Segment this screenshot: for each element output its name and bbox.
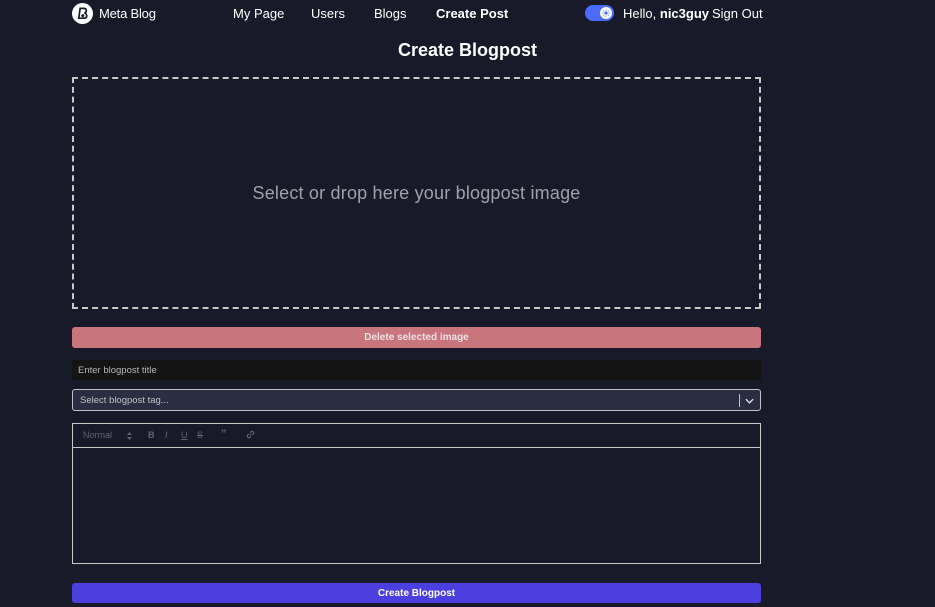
italic-button[interactable]: I [165, 430, 168, 440]
create-post-page: Meta Blog My Page Users Blogs Create Pos… [0, 0, 935, 607]
image-dropzone[interactable]: Select or drop here your blogpost image [72, 77, 761, 309]
blogpost-content-editor[interactable] [72, 447, 761, 564]
theme-toggle[interactable] [585, 5, 614, 21]
blogpost-title-input[interactable] [72, 360, 761, 380]
tag-select-separator [739, 394, 740, 407]
delete-image-button[interactable]: Delete selected image [72, 327, 761, 348]
underline-button[interactable]: U [181, 430, 188, 440]
tag-select-placeholder: Select blogpost tag... [80, 395, 169, 406]
nav-users[interactable]: Users [311, 6, 345, 21]
nav-blogs[interactable]: Blogs [374, 6, 407, 21]
updown-arrows-icon [126, 431, 132, 440]
greeting-prefix: Hello, [623, 6, 657, 21]
user-greeting: Hello, nic3guy [623, 6, 709, 21]
create-blogpost-button[interactable]: Create Blogpost [72, 583, 761, 603]
username: nic3guy [659, 6, 709, 21]
strike-button[interactable]: S [197, 430, 203, 440]
link-icon[interactable] [246, 430, 255, 441]
editor-toolbar: Normal B I U S ” [72, 423, 761, 448]
nav-create-post[interactable]: Create Post [436, 6, 508, 21]
dropzone-text: Select or drop here your blogpost image [252, 182, 581, 203]
nav-my-page[interactable]: My Page [233, 6, 284, 21]
bold-button[interactable]: B [148, 430, 155, 440]
nav-links: My Page Users Blogs Create Post [0, 6, 935, 22]
sign-out-link[interactable]: Sign Out [712, 6, 763, 21]
page-title: Create Blogpost [397, 40, 538, 60]
chevron-down-icon[interactable] [743, 394, 755, 407]
quote-button[interactable]: ” [221, 428, 227, 440]
heading-select[interactable]: Normal [83, 430, 132, 440]
sun-icon [600, 7, 612, 19]
blogpost-tag-select[interactable]: Select blogpost tag... [72, 389, 761, 411]
heading-select-value: Normal [83, 430, 113, 440]
top-navbar: Meta Blog My Page Users Blogs Create Pos… [0, 0, 935, 26]
